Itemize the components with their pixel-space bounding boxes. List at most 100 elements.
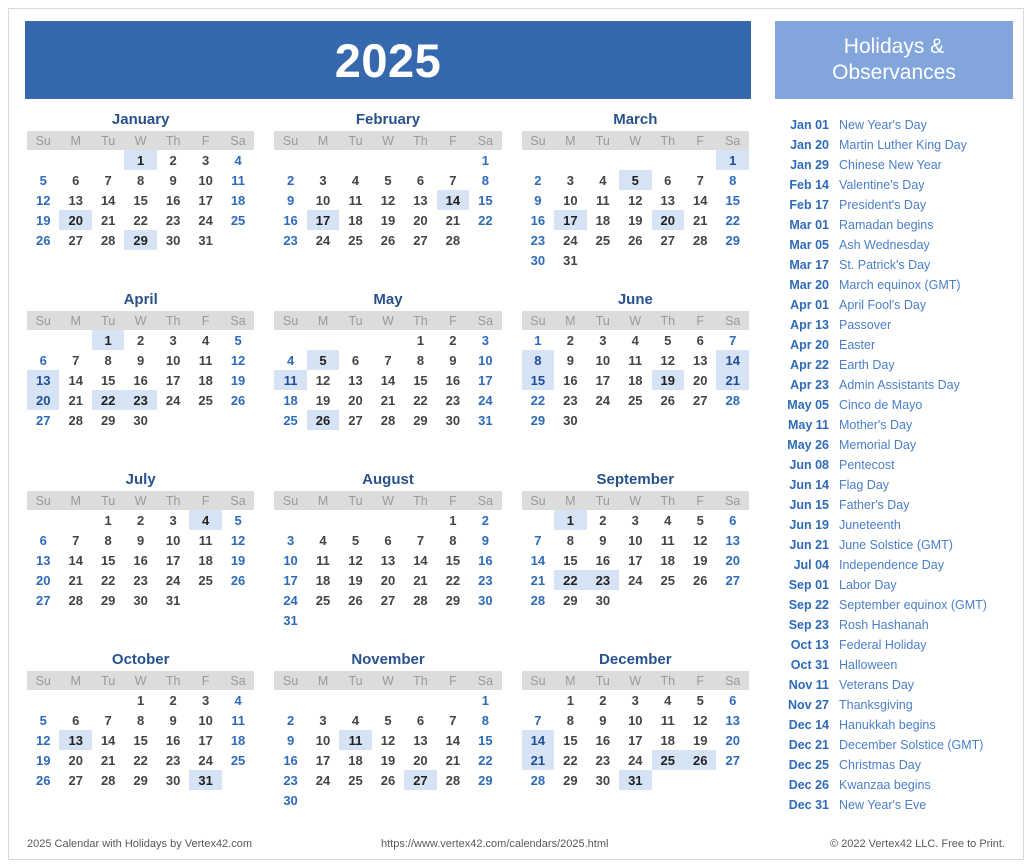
day-cell[interactable]: 19 — [372, 750, 404, 770]
day-cell[interactable]: 26 — [339, 590, 371, 610]
day-cell[interactable]: 2 — [124, 330, 156, 350]
day-cell[interactable]: 27 — [59, 770, 91, 790]
day-cell-highlighted[interactable]: 14 — [521, 730, 555, 750]
day-cell[interactable]: 19 — [619, 210, 651, 230]
day-cell[interactable]: 14 — [59, 550, 91, 570]
day-cell[interactable]: 25 — [652, 570, 684, 590]
day-cell[interactable]: 29 — [124, 770, 156, 790]
day-cell[interactable]: 15 — [469, 190, 502, 210]
day-cell[interactable]: 29 — [554, 590, 586, 610]
footer-url[interactable]: https://www.vertex42.com/calendars/2025.… — [381, 838, 608, 850]
day-cell[interactable]: 23 — [157, 750, 189, 770]
day-cell[interactable]: 21 — [684, 210, 716, 230]
day-cell[interactable]: 17 — [157, 550, 189, 570]
day-cell[interactable]: 2 — [522, 170, 554, 190]
day-cell[interactable]: 13 — [716, 710, 749, 730]
day-cell[interactable]: 18 — [274, 390, 306, 410]
day-cell[interactable]: 22 — [124, 750, 156, 770]
day-cell[interactable]: 8 — [404, 350, 436, 370]
day-cell-highlighted[interactable]: 23 — [586, 570, 620, 590]
day-cell[interactable]: 26 — [372, 230, 404, 250]
day-cell[interactable]: 10 — [157, 350, 189, 370]
day-cell[interactable]: 8 — [469, 710, 502, 730]
day-cell[interactable]: 27 — [339, 410, 371, 430]
day-cell[interactable]: 20 — [684, 370, 716, 390]
day-cell[interactable]: 24 — [274, 590, 306, 610]
day-cell[interactable]: 2 — [587, 510, 619, 530]
day-cell[interactable]: 12 — [27, 190, 59, 210]
day-cell[interactable]: 9 — [157, 710, 189, 730]
day-cell-highlighted[interactable]: 1 — [716, 150, 749, 170]
day-cell[interactable]: 15 — [716, 190, 749, 210]
day-cell[interactable]: 12 — [222, 530, 255, 550]
day-cell-highlighted[interactable]: 22 — [91, 390, 125, 410]
day-cell[interactable]: 28 — [522, 770, 554, 790]
day-cell[interactable]: 18 — [652, 550, 684, 570]
day-cell[interactable]: 15 — [469, 730, 502, 750]
day-cell[interactable]: 23 — [437, 390, 469, 410]
day-cell[interactable]: 19 — [339, 570, 371, 590]
day-cell[interactable]: 14 — [404, 550, 436, 570]
day-cell[interactable]: 8 — [92, 350, 124, 370]
day-cell[interactable]: 22 — [92, 570, 124, 590]
day-cell[interactable]: 3 — [469, 330, 502, 350]
day-cell[interactable]: 19 — [684, 730, 716, 750]
day-cell[interactable]: 16 — [437, 370, 469, 390]
day-cell[interactable]: 28 — [372, 410, 404, 430]
day-cell-highlighted[interactable]: 1 — [91, 330, 125, 350]
day-cell[interactable]: 14 — [522, 550, 554, 570]
day-cell[interactable]: 28 — [437, 230, 469, 250]
day-cell[interactable]: 8 — [554, 530, 586, 550]
day-cell[interactable]: 9 — [124, 350, 156, 370]
day-cell[interactable]: 10 — [587, 350, 619, 370]
day-cell[interactable]: 2 — [157, 690, 189, 710]
day-cell[interactable]: 5 — [684, 510, 716, 530]
day-cell-highlighted[interactable]: 13 — [27, 370, 60, 390]
day-cell[interactable]: 7 — [59, 350, 91, 370]
day-cell-highlighted[interactable]: 17 — [554, 210, 587, 230]
day-cell-highlighted[interactable]: 19 — [651, 370, 684, 390]
day-cell[interactable]: 6 — [404, 170, 436, 190]
day-cell[interactable]: 21 — [437, 210, 469, 230]
day-cell[interactable]: 3 — [189, 150, 221, 170]
day-cell[interactable]: 8 — [716, 170, 749, 190]
day-cell[interactable]: 4 — [339, 170, 371, 190]
day-cell[interactable]: 27 — [27, 410, 59, 430]
day-cell[interactable]: 2 — [469, 510, 502, 530]
day-cell[interactable]: 28 — [404, 590, 436, 610]
day-cell-highlighted[interactable]: 11 — [339, 730, 372, 750]
day-cell[interactable]: 23 — [274, 770, 306, 790]
day-cell[interactable]: 1 — [554, 690, 586, 710]
day-cell[interactable]: 4 — [274, 350, 306, 370]
day-cell[interactable]: 5 — [339, 530, 371, 550]
day-cell[interactable]: 3 — [189, 690, 221, 710]
day-cell[interactable]: 16 — [469, 550, 502, 570]
day-cell[interactable]: 30 — [437, 410, 469, 430]
day-cell[interactable]: 20 — [27, 570, 59, 590]
day-cell[interactable]: 13 — [372, 550, 404, 570]
day-cell[interactable]: 7 — [59, 530, 91, 550]
day-cell[interactable]: 6 — [684, 330, 716, 350]
day-cell[interactable]: 2 — [554, 330, 586, 350]
day-cell[interactable]: 28 — [716, 390, 749, 410]
day-cell[interactable]: 27 — [716, 750, 749, 770]
day-cell[interactable]: 5 — [372, 710, 404, 730]
day-cell[interactable]: 7 — [92, 170, 124, 190]
day-cell[interactable]: 28 — [92, 770, 124, 790]
day-cell[interactable]: 4 — [222, 690, 255, 710]
day-cell[interactable]: 15 — [554, 730, 586, 750]
day-cell[interactable]: 4 — [189, 330, 221, 350]
day-cell[interactable]: 15 — [92, 550, 124, 570]
day-cell[interactable]: 20 — [404, 750, 436, 770]
day-cell[interactable]: 12 — [222, 350, 255, 370]
day-cell-highlighted[interactable]: 17 — [306, 210, 340, 230]
day-cell[interactable]: 16 — [274, 750, 306, 770]
day-cell[interactable]: 1 — [469, 150, 502, 170]
day-cell[interactable]: 7 — [372, 350, 404, 370]
day-cell[interactable]: 30 — [587, 770, 619, 790]
day-cell[interactable]: 30 — [587, 590, 619, 610]
day-cell[interactable]: 29 — [92, 410, 124, 430]
day-cell-highlighted[interactable]: 22 — [554, 570, 587, 590]
day-cell[interactable]: 13 — [404, 190, 436, 210]
day-cell[interactable]: 13 — [684, 350, 716, 370]
